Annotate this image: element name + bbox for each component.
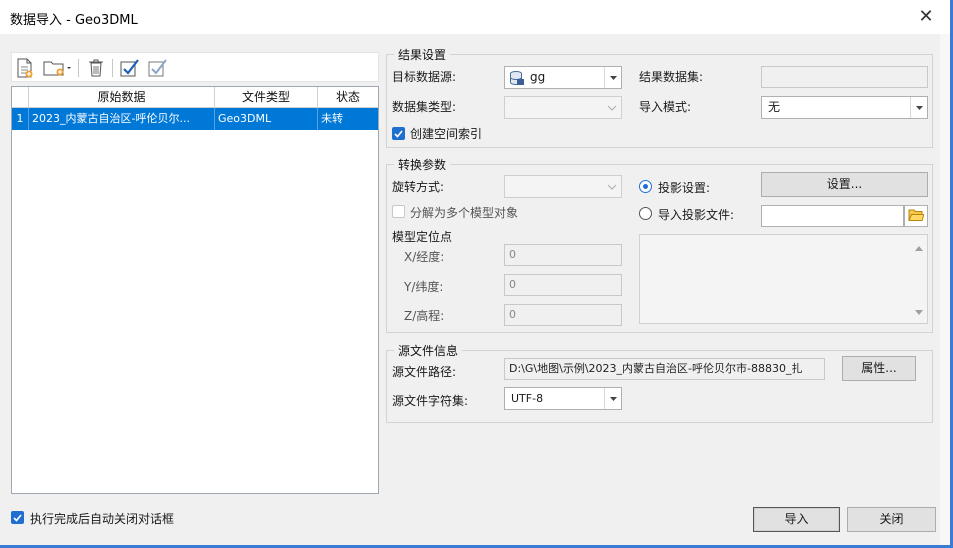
title-bar: 数据导入 - Geo3DML ✕ (0, 0, 953, 34)
source-path-value: D:\G\地图\示例\2023_内蒙古自治区-呼伦贝尔市-88830_扎 (509, 362, 803, 375)
column-header-type[interactable]: 文件类型 (215, 87, 318, 107)
column-header-source[interactable]: 原始数据 (29, 87, 215, 107)
import-projection-label[interactable]: 导入投影文件: (658, 206, 734, 223)
toolbar-divider (78, 59, 79, 77)
split-models-label[interactable]: 分解为多个模型对象 (410, 204, 518, 221)
z-elevation-label: Z/高程: (404, 309, 445, 323)
projection-setting-label[interactable]: 投影设置: (658, 179, 710, 196)
import-mode-combo[interactable]: 无 (761, 96, 928, 119)
add-file-icon[interactable] (14, 57, 36, 79)
projection-file-field[interactable] (761, 205, 904, 227)
rotation-label: 旋转方式: (392, 180, 445, 194)
close-button[interactable]: 关闭 (847, 507, 936, 532)
chevron-down-icon (603, 176, 621, 197)
row-status: 未转 (321, 112, 343, 125)
row-file-type: Geo3DML (215, 108, 318, 130)
select-all-icon[interactable] (119, 57, 141, 79)
import-mode-value: 无 (768, 100, 781, 114)
projection-settings-button[interactable]: 设置... (761, 172, 928, 197)
chevron-down-icon (604, 388, 621, 409)
source-path-field: D:\G\地图\示例\2023_内蒙古自治区-呼伦贝尔市-88830_扎 (504, 358, 825, 380)
scroll-down-icon[interactable] (915, 304, 923, 318)
chevron-down-icon (604, 67, 621, 88)
target-datasource-label: 目标数据源: (392, 70, 457, 84)
source-info-title: 源文件信息 (394, 342, 463, 359)
split-models-checkbox[interactable] (392, 205, 405, 218)
row-source: 2023_内蒙古自治区-呼伦贝尔... (29, 108, 215, 130)
z-elevation-field: 0 (504, 304, 622, 326)
x-longitude-field: 0 (504, 244, 622, 266)
convert-params-title: 转换参数 (394, 156, 451, 173)
spatial-index-checkbox[interactable] (392, 127, 405, 140)
model-locate-label: 模型定位点 (392, 230, 453, 244)
result-settings-title: 结果设置 (394, 46, 451, 63)
import-projection-radio[interactable] (639, 207, 652, 220)
scroll-up-icon[interactable] (915, 240, 923, 254)
file-toolbar (11, 52, 379, 82)
auto-close-checkbox[interactable] (11, 511, 24, 524)
source-path-label: 源文件路径: (392, 365, 457, 379)
invert-select-icon[interactable] (147, 57, 169, 79)
projection-info-area (639, 234, 928, 324)
spatial-index-label[interactable]: 创建空间索引 (410, 125, 482, 142)
z-elevation-value: 0 (509, 308, 516, 321)
table-row[interactable]: 1 2023_内蒙古自治区-呼伦贝尔... Geo3DML 未转 (12, 108, 378, 130)
column-header-status[interactable]: 状态 (318, 87, 378, 107)
auto-close-label[interactable]: 执行完成后自动关闭对话框 (30, 510, 174, 527)
y-latitude-value: 0 (509, 278, 516, 291)
properties-button[interactable]: 属性... (842, 356, 916, 381)
projection-setting-radio[interactable] (639, 180, 652, 193)
index-column-header (12, 87, 29, 107)
source-charset-combo[interactable]: UTF-8 (504, 387, 622, 410)
source-file-list[interactable]: 原始数据 文件类型 状态 1 2023_内蒙古自治区-呼伦贝尔... Geo3D… (11, 86, 379, 494)
window-side-strip (940, 34, 950, 545)
browse-folder-button[interactable] (904, 205, 928, 227)
target-datasource-combo[interactable]: gg (504, 66, 622, 89)
import-button[interactable]: 导入 (753, 507, 840, 532)
row-index: 1 (12, 108, 29, 130)
result-dataset-field (761, 66, 928, 88)
database-icon (509, 70, 525, 89)
window-title: 数据导入 - Geo3DML (10, 13, 138, 28)
y-latitude-field: 0 (504, 274, 622, 296)
close-icon[interactable]: ✕ (914, 6, 938, 28)
open-folder-icon (908, 208, 925, 225)
chevron-down-icon (603, 97, 621, 118)
source-charset-value: UTF-8 (511, 392, 544, 405)
source-charset-label: 源文件字符集: (392, 394, 469, 408)
rotation-combo (504, 175, 622, 198)
result-dataset-label: 结果数据集: (639, 70, 704, 84)
toolbar-divider (112, 59, 113, 77)
add-folder-icon[interactable] (42, 57, 72, 79)
import-mode-label: 导入模式: (639, 100, 692, 114)
chevron-down-icon (910, 97, 927, 118)
y-latitude-label: Y/纬度: (404, 280, 444, 294)
target-datasource-value: gg (530, 70, 546, 84)
list-header: 原始数据 文件类型 状态 (12, 87, 378, 108)
x-longitude-label: X/经度: (404, 250, 445, 264)
dataset-type-combo (504, 96, 622, 119)
x-longitude-value: 0 (509, 248, 516, 261)
delete-icon[interactable] (85, 57, 107, 79)
radio-selected-dot (643, 184, 648, 189)
dataset-type-label: 数据集类型: (392, 100, 457, 114)
